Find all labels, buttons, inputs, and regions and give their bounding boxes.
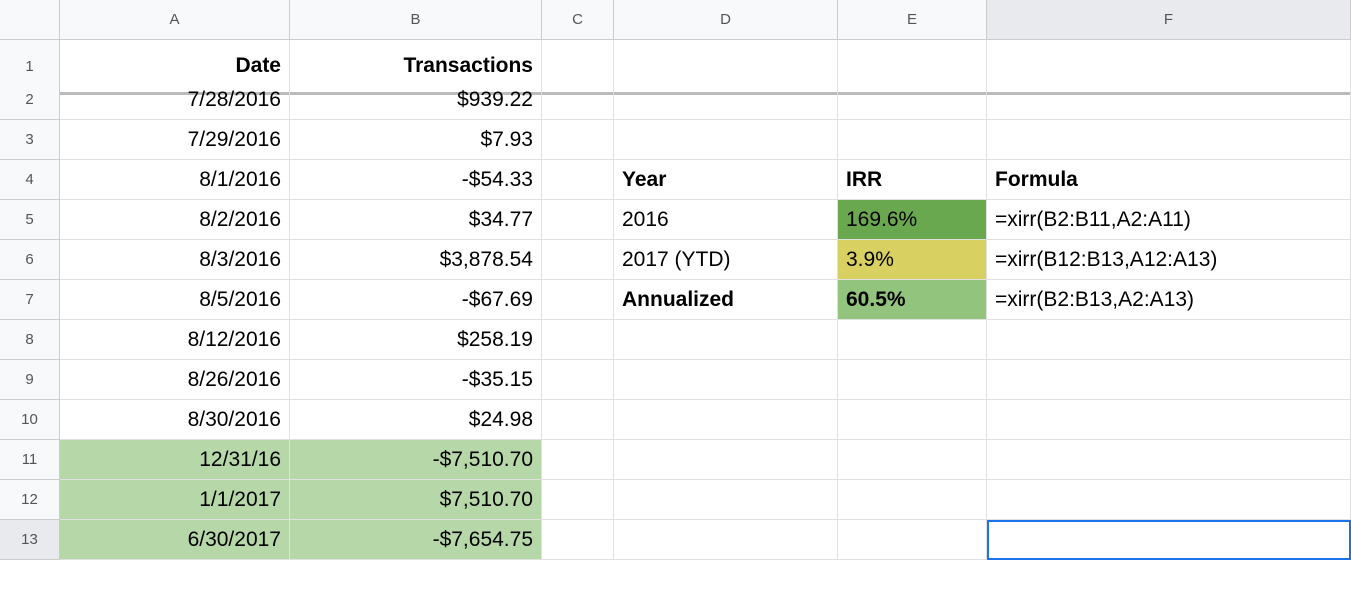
cell-C13[interactable]: [542, 520, 614, 560]
row-header-3[interactable]: 3: [0, 120, 60, 160]
cell-C3[interactable]: [542, 120, 614, 160]
cell-D9[interactable]: [614, 360, 838, 400]
cell-C11[interactable]: [542, 440, 614, 480]
row-header-4[interactable]: 4: [0, 160, 60, 200]
cell-E10[interactable]: [838, 400, 987, 440]
cell-D3[interactable]: [614, 120, 838, 160]
cell-C5[interactable]: [542, 200, 614, 240]
row-header-8[interactable]: 8: [0, 320, 60, 360]
cell-F4[interactable]: Formula: [987, 160, 1351, 200]
cell-C8[interactable]: [542, 320, 614, 360]
cell-F11[interactable]: [987, 440, 1351, 480]
cell-D2[interactable]: [614, 80, 838, 120]
cell-E8[interactable]: [838, 320, 987, 360]
cell-B9[interactable]: -$35.15: [290, 360, 542, 400]
cell-D10[interactable]: [614, 400, 838, 440]
cell-E11[interactable]: [838, 440, 987, 480]
cell-B2[interactable]: $939.22: [290, 80, 542, 120]
col-header-D[interactable]: D: [614, 0, 838, 40]
cell-B4[interactable]: -$54.33: [290, 160, 542, 200]
cell-A8[interactable]: 8/12/2016: [60, 320, 290, 360]
cell-E6[interactable]: 3.9%: [838, 240, 987, 280]
cell-E2[interactable]: [838, 80, 987, 120]
spreadsheet[interactable]: A B C D E F 1 Date Transactions 2 7/28/2…: [0, 0, 1351, 560]
cell-B3[interactable]: $7.93: [290, 120, 542, 160]
cell-A9[interactable]: 8/26/2016: [60, 360, 290, 400]
cell-C12[interactable]: [542, 480, 614, 520]
cell-E9[interactable]: [838, 360, 987, 400]
cell-C10[interactable]: [542, 400, 614, 440]
cell-C7[interactable]: [542, 280, 614, 320]
row-header-2[interactable]: 2: [0, 80, 60, 120]
cell-F7[interactable]: =xirr(B2:B13,A2:A13): [987, 280, 1351, 320]
cell-F2[interactable]: [987, 80, 1351, 120]
row-header-10[interactable]: 10: [0, 400, 60, 440]
cell-F13-selected[interactable]: [987, 520, 1351, 560]
cell-A11[interactable]: 12/31/16: [60, 440, 290, 480]
cell-F12[interactable]: [987, 480, 1351, 520]
cell-F6[interactable]: =xirr(B12:B13,A12:A13): [987, 240, 1351, 280]
cell-D12[interactable]: [614, 480, 838, 520]
cell-A12[interactable]: 1/1/2017: [60, 480, 290, 520]
cell-B6[interactable]: $3,878.54: [290, 240, 542, 280]
row-header-11[interactable]: 11: [0, 440, 60, 480]
cell-B10[interactable]: $24.98: [290, 400, 542, 440]
cell-F9[interactable]: [987, 360, 1351, 400]
row-header-7[interactable]: 7: [0, 280, 60, 320]
cell-D11[interactable]: [614, 440, 838, 480]
row-header-5[interactable]: 5: [0, 200, 60, 240]
cell-A2[interactable]: 7/28/2016: [60, 80, 290, 120]
cell-F3[interactable]: [987, 120, 1351, 160]
col-header-F[interactable]: F: [987, 0, 1351, 40]
cell-C4[interactable]: [542, 160, 614, 200]
cell-E3[interactable]: [838, 120, 987, 160]
cell-E5[interactable]: 169.6%: [838, 200, 987, 240]
corner-cell[interactable]: [0, 0, 60, 40]
cell-D8[interactable]: [614, 320, 838, 360]
col-header-E[interactable]: E: [838, 0, 987, 40]
cell-A5[interactable]: 8/2/2016: [60, 200, 290, 240]
cell-B8[interactable]: $258.19: [290, 320, 542, 360]
cell-A10[interactable]: 8/30/2016: [60, 400, 290, 440]
cell-A7[interactable]: 8/5/2016: [60, 280, 290, 320]
cell-B7[interactable]: -$67.69: [290, 280, 542, 320]
cell-D7[interactable]: Annualized: [614, 280, 838, 320]
cell-B12[interactable]: $7,510.70: [290, 480, 542, 520]
cell-C9[interactable]: [542, 360, 614, 400]
col-header-C[interactable]: C: [542, 0, 614, 40]
row-header-6[interactable]: 6: [0, 240, 60, 280]
cell-A4[interactable]: 8/1/2016: [60, 160, 290, 200]
cell-C6[interactable]: [542, 240, 614, 280]
row-header-12[interactable]: 12: [0, 480, 60, 520]
row-header-13[interactable]: 13: [0, 520, 60, 560]
cell-F5[interactable]: =xirr(B2:B11,A2:A11): [987, 200, 1351, 240]
col-header-B[interactable]: B: [290, 0, 542, 40]
cell-D4[interactable]: Year: [614, 160, 838, 200]
cell-E12[interactable]: [838, 480, 987, 520]
cell-E7[interactable]: 60.5%: [838, 280, 987, 320]
cell-A6[interactable]: 8/3/2016: [60, 240, 290, 280]
cell-F10[interactable]: [987, 400, 1351, 440]
cell-D6[interactable]: 2017 (YTD): [614, 240, 838, 280]
cell-E4[interactable]: IRR: [838, 160, 987, 200]
cell-B5[interactable]: $34.77: [290, 200, 542, 240]
cell-B11[interactable]: -$7,510.70: [290, 440, 542, 480]
row-header-9[interactable]: 9: [0, 360, 60, 400]
cell-D5[interactable]: 2016: [614, 200, 838, 240]
cell-B13[interactable]: -$7,654.75: [290, 520, 542, 560]
cell-F8[interactable]: [987, 320, 1351, 360]
cell-D13[interactable]: [614, 520, 838, 560]
cell-A13[interactable]: 6/30/2017: [60, 520, 290, 560]
cell-C2[interactable]: [542, 80, 614, 120]
cell-A3[interactable]: 7/29/2016: [60, 120, 290, 160]
cell-E13[interactable]: [838, 520, 987, 560]
col-header-A[interactable]: A: [60, 0, 290, 40]
